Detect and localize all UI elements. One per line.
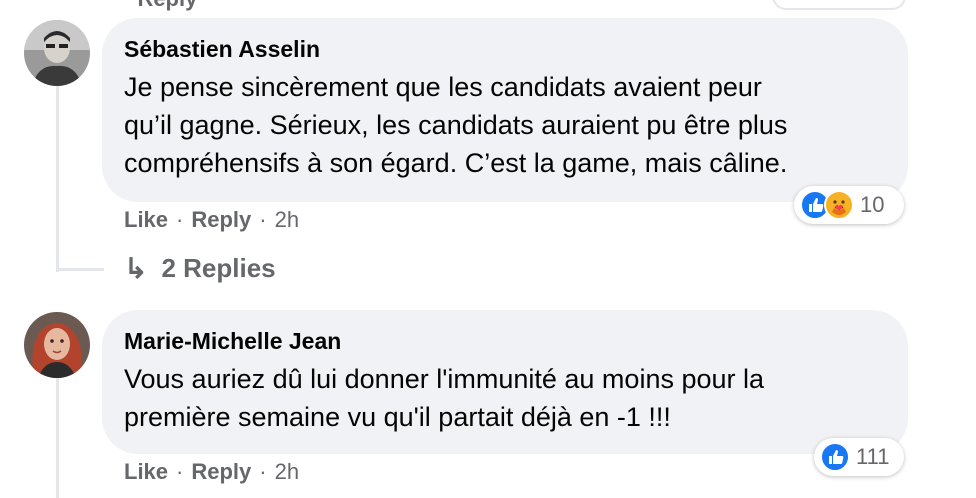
replies-label: 2 Replies bbox=[161, 253, 276, 283]
reaction-count: 10 bbox=[860, 192, 885, 217]
separator: · bbox=[259, 459, 267, 484]
avatar[interactable] bbox=[24, 312, 90, 378]
care-icon bbox=[824, 190, 854, 220]
previous-comment-actions: · Reply bbox=[124, 0, 197, 12]
view-replies-link[interactable]: ↳ 2 Replies bbox=[124, 252, 276, 285]
reply-button[interactable]: Reply bbox=[191, 459, 251, 485]
reply-button[interactable]: Reply bbox=[191, 207, 251, 233]
avatar[interactable] bbox=[24, 20, 90, 86]
comment-author[interactable]: Sébastien Asselin bbox=[124, 36, 320, 63]
like-button[interactable]: Like bbox=[124, 459, 168, 485]
like-icon bbox=[820, 442, 850, 472]
comment-author[interactable]: Marie-Michelle Jean bbox=[124, 328, 341, 355]
comment-text: Je pense sincèrement que les candidats a… bbox=[124, 72, 788, 178]
thread-line-lower bbox=[56, 378, 59, 498]
like-button[interactable]: Like bbox=[124, 207, 168, 233]
comment-actions: Like · Reply · 2h bbox=[124, 459, 299, 485]
previous-reactions-pill[interactable] bbox=[772, 0, 906, 10]
reactions-summary[interactable]: 10 bbox=[794, 186, 904, 224]
reaction-count: 111 bbox=[856, 444, 890, 469]
timestamp[interactable]: 2h bbox=[275, 459, 299, 485]
comment-actions: Like · Reply · 2h bbox=[124, 207, 299, 233]
reply-arrow-icon: ↳ bbox=[124, 253, 148, 284]
comment-text: Vous auriez dû lui donner l'immunité au … bbox=[124, 364, 765, 432]
separator: · bbox=[176, 207, 184, 232]
separator: · bbox=[259, 207, 267, 232]
reactions-summary[interactable]: 111 bbox=[814, 438, 904, 476]
timestamp[interactable]: 2h bbox=[275, 207, 299, 233]
thread-line-curve bbox=[56, 268, 104, 271]
thread-line-vertical bbox=[56, 86, 59, 272]
separator: · bbox=[176, 459, 184, 484]
